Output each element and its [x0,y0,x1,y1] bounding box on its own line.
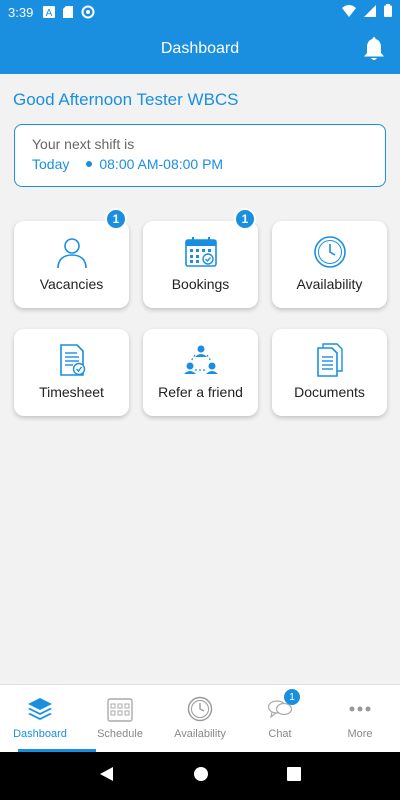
tile-label: Vacancies [39,276,104,292]
next-shift-card[interactable]: Your next shift is Today 08:00 AM-08:00 … [14,124,386,187]
layers-icon [27,696,53,722]
tab-availability[interactable]: Availability [160,685,240,752]
battery-icon [384,4,392,20]
vacancies-badge: 1 [105,208,127,230]
sd-card-icon [63,6,74,18]
tile-refer-a-friend[interactable]: Refer a friend [143,329,258,416]
next-shift-label: Your next shift is [32,136,135,152]
tab-label: More [347,728,373,740]
tab-chat[interactable]: 1 Chat [240,685,320,752]
status-bar: 3:39 A [0,0,400,24]
status-time: 3:39 [8,4,34,20]
tab-label: Chat [268,728,292,740]
tab-label: Schedule [97,728,143,740]
wifi-icon [342,4,356,20]
tile-timesheet[interactable]: Timesheet [14,329,129,416]
app-bar: Dashboard [0,24,400,74]
bullet-dot [86,161,93,167]
bookings-badge: 1 [234,208,256,230]
font-icon: A [43,6,56,18]
tab-label: Dashboard [13,728,67,740]
recents-icon[interactable] [287,766,301,786]
tab-more[interactable]: More [320,685,400,752]
more-icon [347,696,373,722]
tab-dashboard[interactable]: Dashboard [0,685,96,752]
tile-label: Refer a friend [158,384,243,400]
clock-icon [187,696,213,722]
tile-availability[interactable]: Availability [272,221,387,308]
next-shift-time: 08:00 AM-08:00 PM [99,156,224,172]
user-icon [55,235,89,269]
page-title: Dashboard [160,40,240,57]
back-icon[interactable] [99,766,115,787]
tile-bookings[interactable]: Bookings [143,221,258,308]
clock-icon [313,235,347,269]
bell-icon[interactable] [362,36,386,62]
documents-icon [313,343,347,377]
sync-icon [81,5,95,19]
chat-badge: 1 [284,689,300,705]
tile-vacancies[interactable]: Vacancies [14,221,129,308]
signal-icon [364,4,376,20]
tile-label: Documents [294,384,365,400]
tile-documents[interactable]: Documents [272,329,387,416]
refer-icon [183,343,218,377]
tile-label: Availability [296,276,363,292]
system-nav-bar [0,752,400,800]
home-icon[interactable] [193,766,209,787]
greeting-text: Good Afternoon Tester WBCS [13,90,239,109]
tile-label: Bookings [171,276,230,292]
next-shift-day: Today [32,156,70,172]
timesheet-icon [55,343,89,377]
tab-schedule[interactable]: Schedule [80,685,160,752]
svg-text:A: A [46,8,53,18]
schedule-icon [107,696,133,722]
calendar-icon [184,235,218,269]
tab-label: Availability [174,728,226,740]
bottom-tab-bar: Dashboard Schedule Availability 1 Chat M… [0,684,400,752]
tile-label: Timesheet [39,384,104,400]
